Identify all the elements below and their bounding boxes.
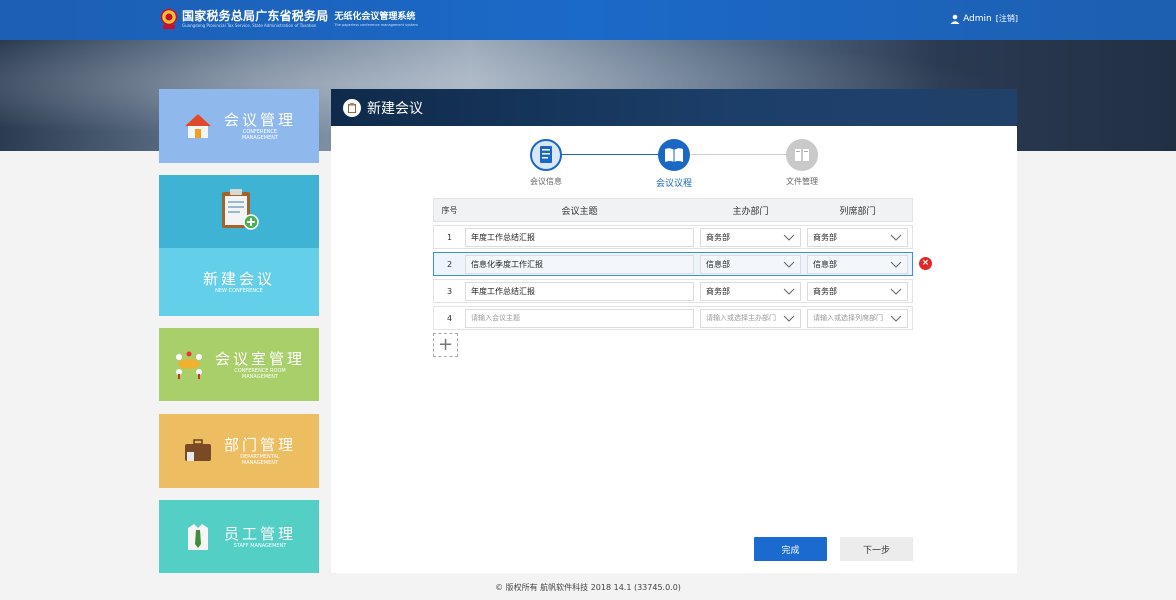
table-row-new[interactable]: 4 请输入会议主题 请输入或选择主办部门 请输入或选择列席部门 [433,306,913,330]
org-logo: 国家税务总局广东省税务局 Guangdong Provincial Tax Se… [160,8,418,30]
open-book-icon [658,139,690,171]
chevron-down-icon [890,261,902,268]
header-topic: 会议主题 [561,206,598,217]
staff-shirt-icon [182,521,214,553]
table-row[interactable]: 1 年度工作总结汇报 商务部 商务部 [433,225,913,249]
panel-header: 新建会议 [331,89,1017,126]
host-dept-select[interactable]: 请输入或选择主办部门 [700,308,801,328]
page-title: 新建会议 [367,100,423,117]
sidebar-item-label: 新建会议 [202,270,275,288]
next-step-button[interactable]: 下一步 [840,537,913,561]
chevron-down-icon [783,288,795,295]
user-name: Admin [963,13,992,24]
logout-link[interactable]: [注销] [996,13,1018,24]
chevron-down-icon [783,315,795,322]
sidebar-item-label: 部门管理 [223,436,296,454]
files-icon [786,139,818,171]
host-dept-select[interactable]: 商务部 [700,227,801,247]
select-value: 商务部 [706,286,730,296]
sidebar-item-staff[interactable]: 员工管理 STAFF MANAGEMENT [159,500,319,573]
top-header: 国家税务总局广东省税务局 Guangdong Provincial Tax Se… [0,0,1176,40]
sidebar-item-conference-room[interactable]: 会议室管理 CONFERENCE ROOM MANAGEMENT [159,328,319,401]
house-icon [182,110,214,142]
select-value: 信息部 [706,259,730,269]
topic-input[interactable]: 年度工作总结汇报 [465,281,694,301]
tax-emblem-icon [160,8,178,30]
select-value: 信息部 [813,259,837,269]
sidebar-item-sublabel: NEW CONFERENCE [215,288,263,294]
topic-input[interactable]: 请输入会议主题 [465,308,694,328]
attend-dept-select[interactable]: 请输入或选择列席部门 [807,308,908,328]
org-subtitle: Guangdong Provincial Tax Service, State … [182,23,317,28]
sidebar-item-label: 员工管理 [223,524,296,543]
chevron-down-icon [783,261,795,268]
step-meeting-agenda[interactable]: 会议议程 [634,139,714,189]
meeting-room-icon [173,349,205,381]
org-title: 国家税务总局广东省税务局 [182,9,329,23]
host-dept-select[interactable]: 信息部 [700,254,801,274]
briefcase-icon [182,435,214,467]
finish-button[interactable]: 完成 [754,537,827,561]
user-icon [950,14,960,24]
chevron-down-icon [890,234,902,241]
step-label: 会议议程 [655,179,692,189]
table-row[interactable]: 3 年度工作总结汇报 商务部 商务部 [433,279,913,303]
sidebar-item-department[interactable]: 部门管理 DEPARTMENTAL MANAGEMENT [159,414,319,488]
select-value: 商务部 [706,232,730,242]
row-number: 3 [446,286,453,296]
step-file-management[interactable]: 文件管理 [762,139,842,187]
sidebar-item-label: 会议管理 [223,111,296,129]
sidebar-item-conference-management[interactable]: 会议管理 CONFERENCE MANAGEMENT [159,89,319,163]
agenda-table: 序号 会议主题 主办部门 列席部门 1 年度工作总结汇报 商务部 商务部 2 信… [433,198,913,330]
clipboard-icon [343,98,361,117]
step-label: 文件管理 [786,177,818,186]
system-subtitle: The paperless conference management syst… [334,22,418,27]
host-dept-select[interactable]: 商务部 [700,281,801,301]
attend-dept-select[interactable]: 商务部 [807,227,908,247]
sidebar-item-label: 会议室管理 [214,349,305,368]
topic-input[interactable]: 信息化季度工作汇报 [465,254,694,274]
delete-row-icon[interactable]: × [919,257,932,270]
sidebar-item-sublabel: DEPARTMENTAL MANAGEMENT [240,454,280,466]
sidebar-item-sublabel: CONFERENCE ROOM MANAGEMENT [234,367,286,380]
chevron-down-icon [890,315,902,322]
select-placeholder: 请输入或选择列席部门 [813,314,883,322]
header-no: 序号 [441,205,458,215]
add-row-button[interactable]: + [433,333,458,357]
step-label: 会议信息 [530,177,562,186]
sidebar-item-sublabel: CONFERENCE MANAGEMENT [241,129,279,141]
sidebar-item-new-conference[interactable]: 新建会议 NEW CONFERENCE [159,175,319,316]
user-menu: Admin [注销] [950,13,1018,24]
attend-dept-select[interactable]: 信息部 [807,254,908,274]
select-value: 商务部 [813,286,837,296]
step-meeting-info[interactable]: 会议信息 [506,139,586,187]
select-placeholder: 请输入或选择主办部门 [706,314,776,322]
document-icon [530,139,562,171]
attend-dept-select[interactable]: 商务部 [807,281,908,301]
system-title: 无纸化会议管理系统 [334,11,416,22]
footer-copyright: © 版权所有 航帆软件科技 2018 14.1 (33745.0.0) [495,583,681,592]
table-header: 序号 会议主题 主办部门 列席部门 [433,198,913,222]
header-attend: 列席部门 [839,206,876,217]
step-indicator: 会议信息 会议议程 文件管理 [331,139,1017,189]
clipboard-add-icon [218,187,260,236]
table-row-selected[interactable]: 2 信息化季度工作汇报 信息部 信息部 [433,252,913,276]
row-number: 1 [446,232,453,242]
header-host: 主办部门 [732,206,769,217]
select-value: 商务部 [813,232,837,242]
row-number: 4 [446,313,453,323]
row-number: 2 [446,259,453,269]
chevron-down-icon [783,234,795,241]
sidebar-item-sublabel: STAFF MANAGEMENT [233,542,287,549]
chevron-down-icon [890,288,902,295]
topic-input[interactable]: 年度工作总结汇报 [465,227,694,247]
